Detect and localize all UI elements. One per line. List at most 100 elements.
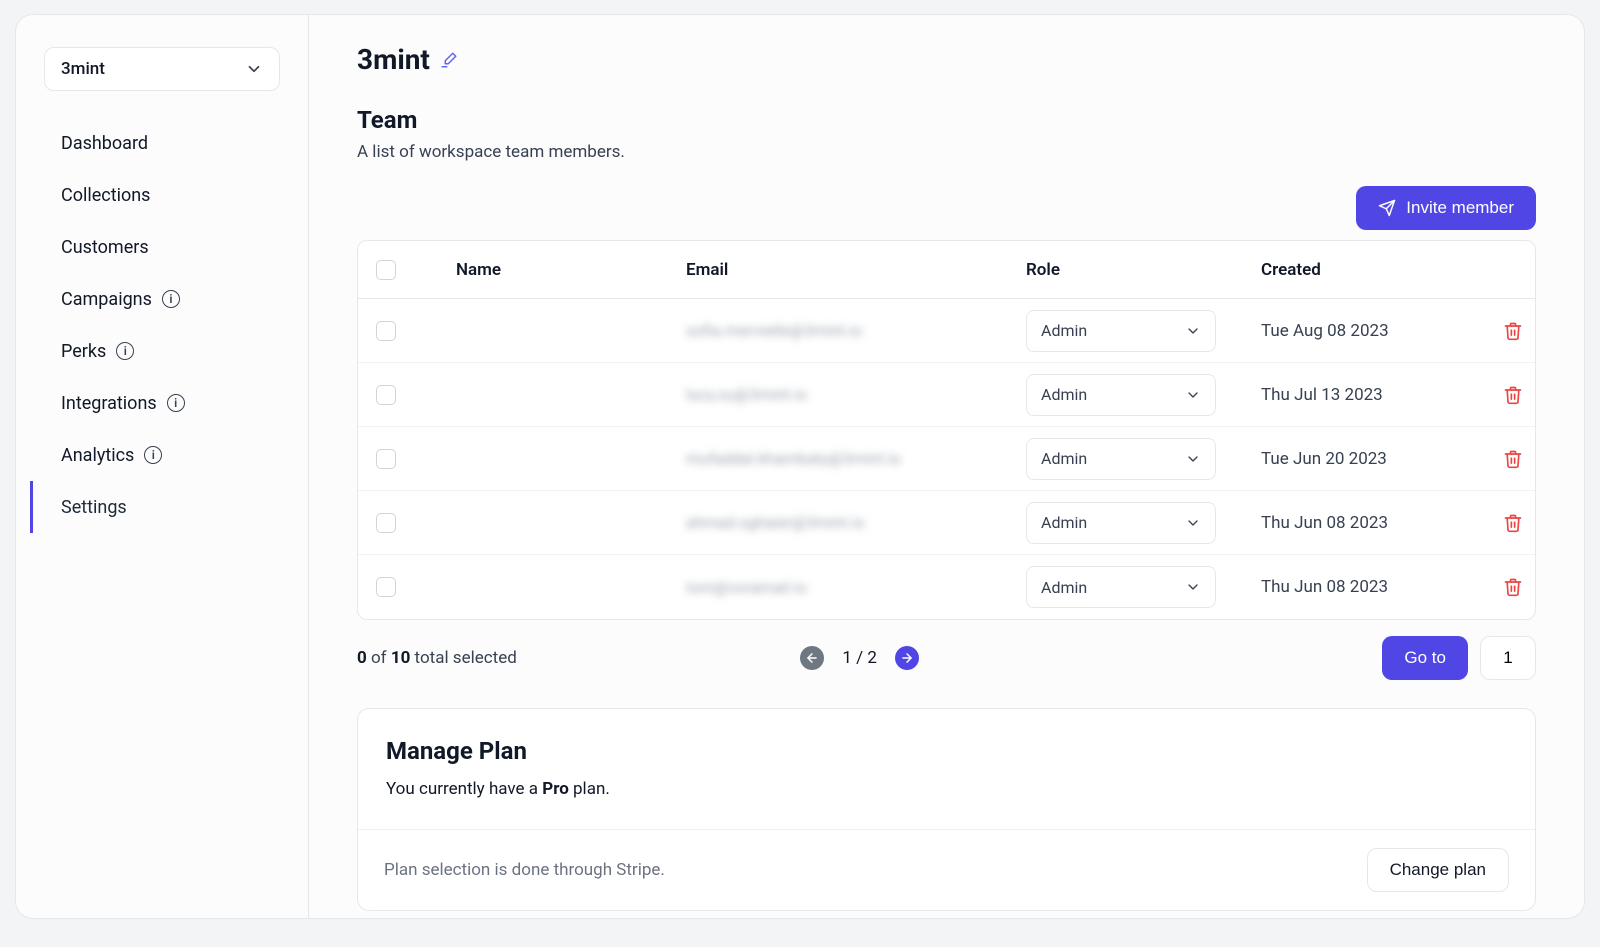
- table-row: ahmad.sghaier@3mint.io Admin Thu Jun 08 20…: [358, 491, 1535, 555]
- goto-button[interactable]: Go to: [1382, 636, 1468, 680]
- role-value: Admin: [1041, 449, 1087, 468]
- selection-summary: 0 of 10 total selected: [357, 648, 517, 668]
- row-checkbox-cell: [358, 385, 438, 405]
- role-select[interactable]: Admin: [1026, 502, 1216, 544]
- plan-name: Pro: [542, 779, 569, 799]
- row-checkbox[interactable]: [376, 513, 396, 533]
- team-heading: Team: [357, 106, 1536, 134]
- row-created: Tue Jun 20 2023: [1243, 449, 1473, 469]
- row-email: tom@voramail.io: [668, 578, 1008, 597]
- sidebar-item-integrations[interactable]: Integrationsi: [30, 377, 294, 429]
- table-row: lucy.xu@3mint.io Admin Thu Jul 13 2023: [358, 363, 1535, 427]
- row-checkbox-cell: [358, 321, 438, 341]
- delete-row-button[interactable]: [1473, 449, 1536, 469]
- total-count: 10: [391, 648, 411, 668]
- chevron-down-icon: [1185, 515, 1201, 531]
- info-icon: i: [116, 342, 134, 360]
- main-content: 3mint Team A list of workspace team memb…: [309, 15, 1584, 918]
- sidebar-item-perks[interactable]: Perksi: [30, 325, 294, 377]
- chevron-down-icon: [245, 60, 263, 78]
- sidebar-item-label: Settings: [61, 497, 127, 518]
- table-header-row: Name Email Role Created: [358, 241, 1535, 299]
- sidebar-item-label: Campaigns: [61, 289, 152, 310]
- role-value: Admin: [1041, 578, 1087, 597]
- role-select[interactable]: Admin: [1026, 374, 1216, 416]
- row-checkbox-cell: [358, 577, 438, 597]
- role-value: Admin: [1041, 513, 1087, 532]
- row-checkbox[interactable]: [376, 449, 396, 469]
- sidebar-item-dashboard[interactable]: Dashboard: [30, 117, 294, 169]
- plan-card: Manage Plan You currently have a Pro pla…: [357, 708, 1536, 911]
- prev-page-button[interactable]: [800, 646, 824, 670]
- table-row: sofia.mervielle@3mint.ioAdminTue Aug 08 …: [358, 299, 1535, 363]
- role-value: Admin: [1041, 385, 1087, 404]
- row-email: sofia.mervielle@3mint.io: [668, 321, 1008, 340]
- sidebar-item-label: Integrations: [61, 393, 157, 414]
- header-created: Created: [1243, 260, 1473, 280]
- send-icon: [1378, 199, 1396, 217]
- row-created: Thu Jun 08 2023: [1243, 577, 1473, 597]
- row-checkbox[interactable]: [376, 577, 396, 597]
- role-select[interactable]: Admin: [1026, 438, 1216, 480]
- header-checkbox-cell: [358, 260, 438, 280]
- team-subheading: A list of workspace team members.: [357, 142, 1536, 162]
- row-created: Thu Jul 13 2023: [1243, 385, 1473, 405]
- email-blurred: ahmad.sghaier@3mint.io: [686, 513, 865, 532]
- sidebar: 3mint DashboardCollectionsCustomersCampa…: [16, 15, 309, 918]
- role-select[interactable]: Admin: [1026, 566, 1216, 608]
- sidebar-item-analytics[interactable]: Analyticsi: [30, 429, 294, 481]
- header-name: Name: [438, 260, 668, 280]
- info-icon: i: [162, 290, 180, 308]
- sidebar-item-label: Collections: [61, 185, 150, 206]
- header-email: Email: [668, 260, 1008, 280]
- table-body: sofia.mervielle@3mint.ioAdminTue Aug 08 …: [358, 299, 1535, 619]
- role-select[interactable]: Admin: [1026, 310, 1216, 352]
- role-value: Admin: [1041, 321, 1087, 340]
- row-checkbox[interactable]: [376, 321, 396, 341]
- selected-count: 0: [357, 648, 367, 668]
- row-role-cell: Admin: [1008, 502, 1243, 544]
- page-title-row: 3mint: [357, 43, 1536, 76]
- row-role-cell: Admin: [1008, 310, 1243, 352]
- plan-bottom: Plan selection is done through Stripe. C…: [358, 829, 1535, 910]
- sidebar-item-label: Analytics: [61, 445, 134, 466]
- email-blurred: lucy.xu@3mint.io: [686, 385, 807, 404]
- chevron-down-icon: [1185, 387, 1201, 403]
- row-created: Thu Jun 08 2023: [1243, 513, 1473, 533]
- sidebar-item-campaigns[interactable]: Campaigns i: [30, 273, 294, 325]
- invite-member-button[interactable]: Invite member: [1356, 186, 1536, 230]
- workspace-name: 3mint: [61, 59, 105, 79]
- row-checkbox[interactable]: [376, 385, 396, 405]
- delete-row-button[interactable]: [1473, 321, 1536, 341]
- delete-row-button[interactable]: [1473, 577, 1536, 597]
- plan-heading: Manage Plan: [386, 737, 1507, 765]
- edit-icon[interactable]: [440, 51, 458, 69]
- sidebar-item-collections[interactable]: Collections: [30, 169, 294, 221]
- table-row: tom@voramail.io Admin Thu Jun 08 2023: [358, 555, 1535, 619]
- header-role: Role: [1008, 260, 1243, 280]
- pagination-row: 0 of 10 total selected 1 / 2 Go to: [357, 636, 1536, 680]
- row-email: ahmad.sghaier@3mint.io: [668, 513, 1008, 532]
- page-indicator: 1 / 2: [842, 648, 877, 668]
- delete-row-button[interactable]: [1473, 385, 1536, 405]
- goto-input[interactable]: [1480, 636, 1536, 680]
- next-page-button[interactable]: [895, 646, 919, 670]
- change-plan-button[interactable]: Change plan: [1367, 848, 1509, 892]
- sidebar-item-settings[interactable]: Settings: [30, 481, 294, 533]
- select-all-checkbox[interactable]: [376, 260, 396, 280]
- delete-row-button[interactable]: [1473, 513, 1536, 533]
- team-table: Name Email Role Created sofia.mervielle@…: [357, 240, 1536, 620]
- pager-controls: 1 / 2: [800, 646, 919, 670]
- chevron-down-icon: [1185, 451, 1201, 467]
- workspace-selector[interactable]: 3mint: [44, 47, 280, 91]
- email-blurred: mufaddal.khambaty@3mint.io: [686, 449, 901, 468]
- sidebar-item-customers[interactable]: Customers: [30, 221, 294, 273]
- row-role-cell: Admin: [1008, 566, 1243, 608]
- page-title: 3mint: [357, 43, 430, 76]
- sidebar-item-label: Dashboard: [61, 133, 148, 154]
- chevron-down-icon: [1185, 579, 1201, 595]
- invite-member-label: Invite member: [1406, 198, 1514, 218]
- row-email: lucy.xu@3mint.io: [668, 385, 1008, 404]
- row-role-cell: Admin: [1008, 438, 1243, 480]
- goto-group: Go to: [1382, 636, 1536, 680]
